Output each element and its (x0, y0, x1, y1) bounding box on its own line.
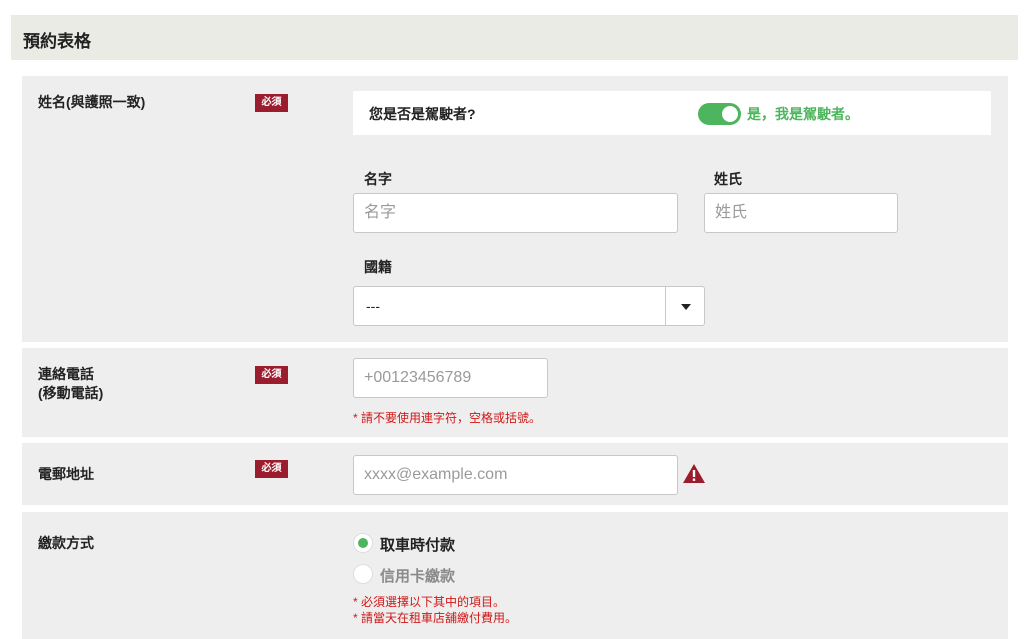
name-field-label: 姓名(與護照一致) (38, 94, 146, 110)
warning-triangle-icon (683, 464, 705, 483)
form-header: 預約表格 (11, 15, 1018, 60)
payment-section: 繳款方式 取車時付款 信用卡繳款 * 必須選擇以下其中的項目。 * 請當天在租車… (22, 512, 1008, 639)
email-section: 電郵地址 必須 (22, 443, 1008, 505)
driver-toggle[interactable] (698, 103, 741, 125)
phone-label-line1: 連絡電話 (38, 366, 94, 382)
phone-input[interactable] (353, 358, 548, 398)
required-badge: 必須 (255, 366, 288, 384)
caret-down-icon (681, 304, 691, 310)
radio-dot (358, 538, 368, 548)
radio-unselected-icon[interactable] (353, 564, 373, 584)
phone-section: 連絡電話 (移動電話) 必須 * 請不要使用連字符，空格或括號。 (22, 348, 1008, 437)
driver-question-box: 您是否是駕駛者? 是，我是駕駛者。 (353, 91, 991, 135)
nationality-label: 國籍 (364, 259, 392, 275)
first-name-label: 名字 (364, 171, 392, 187)
required-badge: 必須 (255, 94, 288, 112)
payment-field-label: 繳款方式 (38, 535, 94, 551)
email-input[interactable] (353, 455, 678, 495)
first-name-input[interactable] (353, 193, 678, 233)
payment-note-2: * 請當天在租車店舖繳付費用。 (353, 611, 518, 625)
phone-label-line2: (移動電話) (38, 385, 104, 401)
phone-note: * 請不要使用連字符，空格或括號。 (353, 411, 542, 425)
email-field-label: 電郵地址 (38, 466, 94, 482)
toggle-knob (722, 106, 738, 122)
driver-question: 您是否是駕駛者? (369, 106, 476, 122)
page-title: 預約表格 (23, 32, 91, 51)
payment-note-1: * 必須選擇以下其中的項目。 (353, 595, 506, 609)
payment-option-label: 取車時付款 (380, 537, 456, 554)
required-badge: 必須 (255, 460, 288, 478)
name-section: 姓名(與護照一致) 必須 您是否是駕駛者? 是，我是駕駛者。 名字 姓氏 國籍 … (22, 76, 1008, 342)
radio-selected-icon[interactable] (353, 533, 373, 553)
driver-toggle-label: 是，我是駕駛者。 (747, 106, 859, 122)
last-name-input[interactable] (704, 193, 898, 233)
nationality-select[interactable]: --- (353, 286, 705, 326)
phone-field-label: 連絡電話 (移動電話) (38, 365, 103, 403)
nationality-selected-value: --- (366, 298, 380, 314)
last-name-label: 姓氏 (714, 171, 742, 187)
select-toggle[interactable] (665, 287, 704, 325)
payment-option-label: 信用卡繳款 (380, 568, 456, 585)
